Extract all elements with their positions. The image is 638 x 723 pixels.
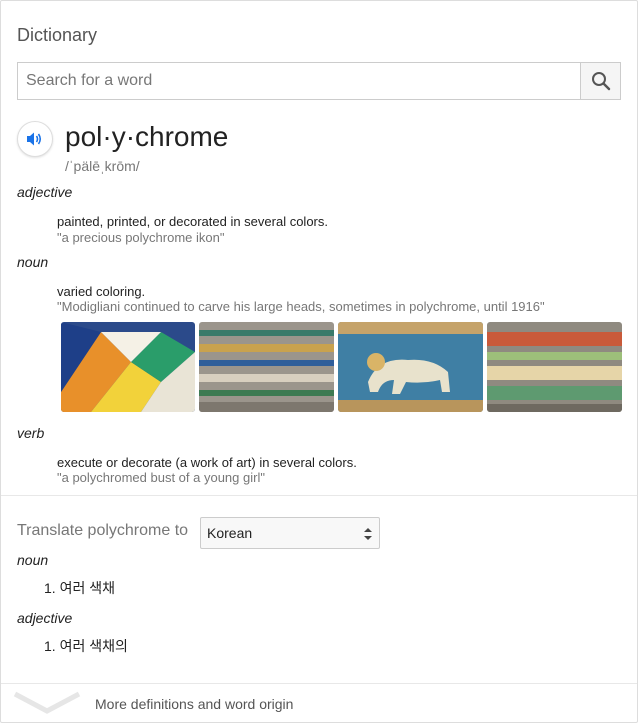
speaker-icon xyxy=(27,132,42,146)
polychrome-image[interactable] xyxy=(338,322,483,412)
definition: varied coloring. xyxy=(57,284,146,299)
translation-part-of-speech: noun xyxy=(17,552,49,568)
selected-language: Korean xyxy=(207,525,253,541)
language-select[interactable]: Korean xyxy=(200,517,380,549)
card-title: Dictionary xyxy=(17,25,98,45)
part-of-speech: noun xyxy=(17,254,49,270)
search-button[interactable] xyxy=(580,63,620,99)
translate-label: Translate polychrome to xyxy=(17,522,189,539)
translation-part-of-speech: adjective xyxy=(17,610,73,626)
translation-item: 1. 여러 색채 xyxy=(44,580,115,596)
definition: painted, printed, or decorated in severa… xyxy=(57,214,328,229)
headword: pol·y·chrome xyxy=(65,121,229,152)
polychrome-image[interactable] xyxy=(199,322,334,412)
section-divider xyxy=(1,495,637,496)
definition: execute or decorate (a work of art) in s… xyxy=(57,455,357,470)
part-of-speech: verb xyxy=(17,425,45,441)
search-icon xyxy=(591,72,610,91)
more-definitions-link[interactable]: More definitions and word origin xyxy=(95,696,293,712)
footer-divider xyxy=(1,683,637,684)
dictionary-card: Dictionary pol·y·chrome /ˈpälēˌkrōm/ adj… xyxy=(0,0,638,723)
example-sentence: "a polychromed bust of a young girl" xyxy=(57,470,265,485)
select-arrows-icon xyxy=(364,528,372,540)
polychrome-image[interactable] xyxy=(487,322,622,412)
phonetic-spelling: /ˈpälēˌkrōm/ xyxy=(65,158,140,174)
search-input[interactable] xyxy=(18,63,580,99)
example-sentence: "Modigliani continued to carve his large… xyxy=(57,299,545,314)
part-of-speech: adjective xyxy=(17,184,73,200)
pronunciation-audio-button[interactable] xyxy=(17,121,53,157)
polychrome-image[interactable] xyxy=(61,322,195,412)
translation-item: 1. 여러 색채의 xyxy=(44,638,128,654)
chevron-down-icon[interactable] xyxy=(13,691,81,717)
example-sentence: "a precious polychrome ikon" xyxy=(57,230,225,245)
search-box xyxy=(17,62,621,100)
image-strip xyxy=(61,322,622,412)
